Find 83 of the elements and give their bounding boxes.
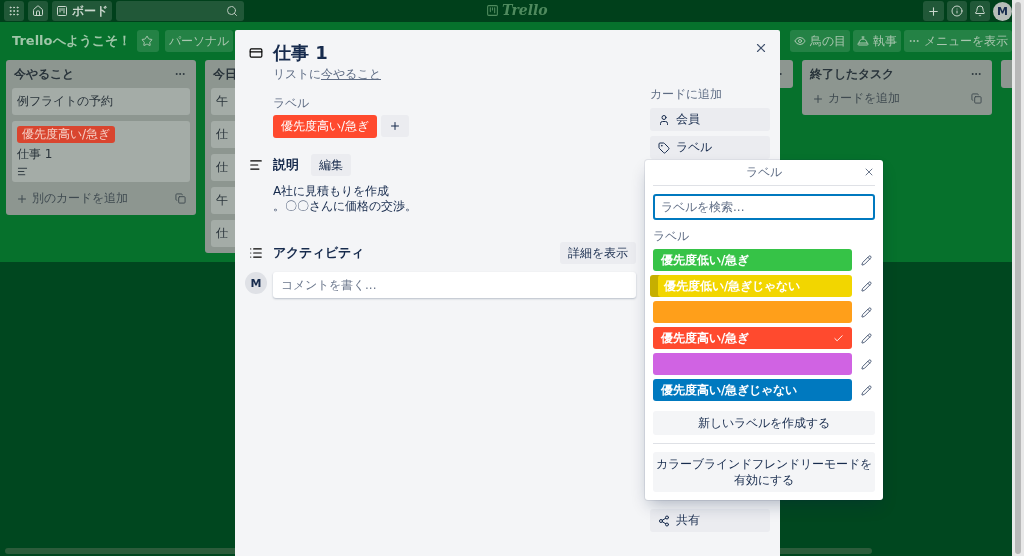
pencil-icon — [861, 254, 872, 266]
share-button[interactable]: 共有 — [650, 509, 770, 532]
eye-icon — [794, 35, 806, 47]
labels-heading: ラベル — [273, 95, 309, 112]
plus-icon — [16, 192, 28, 205]
add-card-button[interactable]: カードを追加 — [812, 90, 900, 107]
bell-icon — [974, 5, 986, 17]
description-text[interactable]: 。〇〇さんに価格の交渉。 — [273, 199, 417, 214]
card-text: 仕 — [216, 225, 228, 242]
comment-field[interactable]: コメントを書く... — [273, 272, 636, 298]
close-icon — [754, 41, 768, 55]
search-icon — [226, 5, 238, 17]
info-icon — [951, 5, 963, 17]
card-text: 午 — [216, 192, 228, 209]
home-button[interactable] — [28, 1, 48, 21]
tag-icon — [658, 141, 670, 154]
list-title: 今日 — [213, 65, 237, 83]
boards-button[interactable]: ボード — [52, 1, 112, 21]
card-label: 優先度高い/急ぎ — [17, 126, 116, 143]
add-card-button[interactable]: 別のカードを追加 — [16, 190, 128, 207]
board-icon — [56, 5, 68, 17]
description-icon — [249, 158, 263, 172]
card-text: 仕事 1 — [17, 146, 53, 163]
list-link[interactable]: 今やること — [321, 67, 381, 81]
template-icon[interactable] — [175, 193, 186, 204]
sidebar-button[interactable]: 会員 — [650, 108, 770, 131]
person-icon — [658, 113, 670, 126]
plus-icon — [927, 4, 940, 18]
section-heading: 説明 — [273, 156, 299, 174]
label-option[interactable]: 優先度高い/急ぎじゃない — [653, 379, 852, 401]
description-text[interactable]: A社に見積もりを作成 — [273, 184, 390, 199]
check-icon — [833, 332, 844, 344]
plus-icon — [812, 92, 824, 105]
sidebar-heading: カードに追加 — [650, 86, 722, 103]
label-chip[interactable]: 優先度高い/急ぎ — [273, 115, 378, 138]
plus-icon — [389, 120, 402, 132]
edit-button[interactable]: 編集 — [311, 154, 351, 176]
labels-heading: ラベル — [653, 228, 689, 245]
colorblind-mode-button[interactable]: カラーブラインドフレンドリーモードを 有効にする — [653, 452, 875, 492]
pencil-icon — [861, 384, 872, 396]
label-option[interactable]: 優先度高い/急ぎ — [653, 327, 852, 349]
list-title: 今やること — [14, 65, 74, 83]
close-icon — [863, 166, 875, 178]
popover-title: ラベル — [746, 164, 782, 181]
star-icon — [140, 35, 153, 47]
create-label-button[interactable]: 新しいラベルを作成する — [653, 411, 875, 435]
card-text: 午 — [216, 93, 228, 110]
pencil-icon — [861, 280, 872, 292]
search-field[interactable] — [116, 1, 244, 21]
grid-icon — [8, 5, 20, 17]
notifications-button[interactable] — [970, 1, 990, 21]
activity-icon — [249, 246, 263, 260]
sidebar-button[interactable]: ラベル — [650, 136, 770, 159]
list-card[interactable]: 例フライトの予約 — [12, 88, 190, 115]
user-avatar: M — [245, 272, 267, 294]
card-text: 仕 — [216, 126, 228, 143]
card-text: 例フライトの予約 — [17, 93, 113, 110]
vertical-scrollbar[interactable] — [1012, 0, 1024, 556]
home-icon — [32, 5, 44, 17]
list-title: 終了したタスク — [810, 65, 894, 83]
add-label-button[interactable] — [381, 115, 410, 137]
bell-dome-icon — [857, 35, 869, 47]
list-info: リストに今やること — [273, 66, 381, 83]
pencil-icon — [861, 358, 872, 370]
board-title[interactable]: Trelloへようこそ！ — [12, 32, 131, 50]
apps-button[interactable] — [4, 1, 24, 21]
share-icon — [658, 514, 670, 527]
pencil-icon — [861, 306, 872, 318]
label-search-field[interactable]: ラベルを検索... — [653, 194, 875, 220]
list-card[interactable]: 優先度高い/急ぎ 仕事 1 — [12, 121, 190, 182]
section-heading: アクティビティ — [273, 244, 364, 262]
add-button[interactable] — [923, 1, 944, 21]
card-icon — [249, 46, 263, 60]
show-details-button[interactable]: 詳細を表示 — [560, 242, 636, 264]
star-button[interactable] — [136, 30, 159, 52]
logo[interactable]: Trello — [486, 2, 548, 18]
close-button[interactable] — [863, 166, 875, 178]
card-title[interactable]: 仕事 1 — [273, 42, 328, 64]
card-text: 仕 — [216, 159, 228, 176]
template-icon[interactable] — [971, 93, 982, 104]
pencil-icon — [861, 332, 872, 344]
user-avatar[interactable]: M — [993, 1, 1012, 21]
info-button[interactable] — [947, 1, 967, 21]
